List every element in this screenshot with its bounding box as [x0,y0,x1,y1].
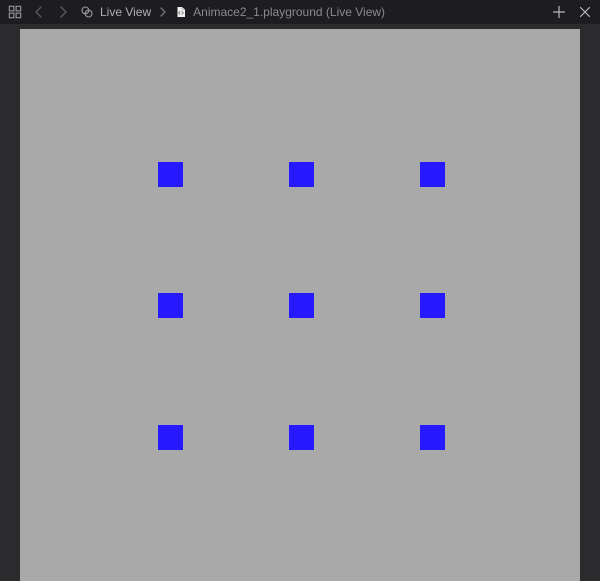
close-button[interactable] [578,5,592,19]
breadcrumb-live-view-label[interactable]: Live View [100,5,151,19]
title-bar-right [552,5,592,19]
square-2 [420,162,445,187]
square-0 [158,162,183,187]
square-1 [289,162,314,187]
layout-grid-icon[interactable] [8,5,22,19]
square-4 [289,293,314,318]
title-bar: Live View Animace2_1.playground (Live Vi… [0,0,600,24]
square-7 [289,425,314,450]
playground-file-icon [175,6,187,18]
square-6 [158,425,183,450]
square-3 [158,293,183,318]
live-view-icon [80,5,94,19]
breadcrumb: Live View Animace2_1.playground (Live Vi… [80,5,385,19]
live-view-canvas [20,29,580,581]
title-bar-left: Live View Animace2_1.playground (Live Vi… [8,5,385,19]
breadcrumb-file-label[interactable]: Animace2_1.playground (Live View) [193,5,385,19]
square-8 [420,425,445,450]
nav-back-icon[interactable] [32,5,46,19]
nav-forward-icon[interactable] [56,5,70,19]
square-5 [420,293,445,318]
add-button[interactable] [552,5,566,19]
breadcrumb-separator-icon [157,6,169,18]
